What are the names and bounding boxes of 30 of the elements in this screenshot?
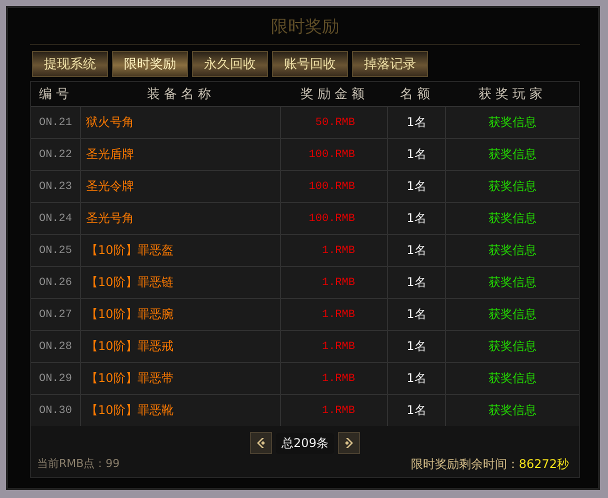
winner-info-link[interactable]: 获奖信息	[488, 306, 536, 323]
tab[interactable]: 提现系统	[32, 51, 108, 77]
column-header: 名额	[399, 86, 435, 103]
tab[interactable]: 掉落记录	[352, 51, 428, 77]
item-name: 【10阶】罪恶靴	[81, 395, 281, 426]
column-header: 编号	[38, 86, 74, 103]
tab[interactable]: 永久回收	[192, 51, 268, 77]
column-header: 获奖玩家	[478, 86, 548, 103]
winner-info-link[interactable]: 获奖信息	[488, 178, 536, 195]
winner-info-link[interactable]: 获奖信息	[488, 370, 536, 387]
column-header: 装备名称	[146, 86, 216, 103]
previous-page-button[interactable]	[250, 432, 272, 454]
next-page-button[interactable]	[338, 432, 360, 454]
total-count: 总209条	[276, 432, 334, 454]
winner-info-link[interactable]: 获奖信息	[488, 242, 536, 259]
winner-info-link[interactable]: 获奖信息	[488, 114, 536, 131]
tab[interactable]: 账号回收	[272, 51, 348, 77]
winner-info-link[interactable]: 获奖信息	[488, 274, 536, 291]
tab[interactable]: 限时奖励	[112, 51, 188, 77]
remaining-time: 限时奖励剩余时间：86272秒	[410, 456, 569, 473]
column-header: 奖励金额	[300, 86, 370, 103]
table-cell: 1名	[388, 395, 446, 426]
winner-info-link[interactable]: 获奖信息	[488, 338, 536, 355]
winner-info-link[interactable]: 获奖信息	[488, 210, 536, 227]
window-title: 限时奖励	[271, 16, 339, 38]
reward-amount: 1.RMB	[281, 395, 388, 426]
rmb-points: 当前RMB点：99	[37, 456, 120, 472]
winner-info-link[interactable]: 获奖信息	[488, 146, 536, 163]
table-cell: ON.30	[31, 395, 81, 426]
winner-info-link[interactable]: 获奖信息	[488, 402, 536, 419]
